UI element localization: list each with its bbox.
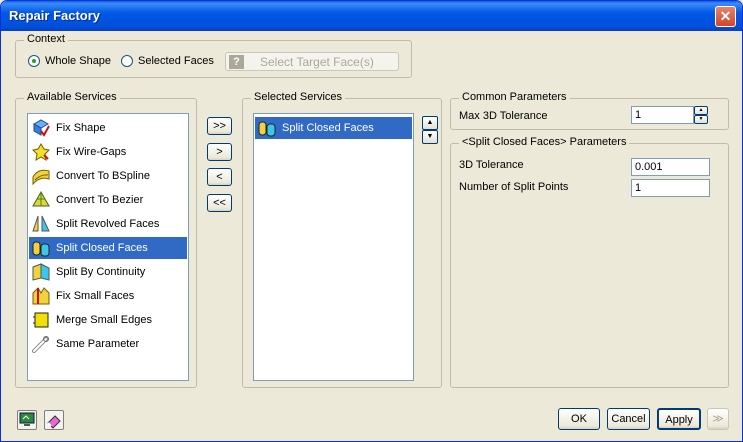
title-bar[interactable]: Repair Factory ✕ (1, 1, 742, 31)
split-closed-icon (32, 241, 50, 257)
add-all-button[interactable]: >> (207, 117, 232, 135)
list-item-label: Fix Wire-Gaps (56, 146, 127, 158)
list-item-convert-bezier[interactable]: Convert To Bezier (29, 189, 187, 211)
whole-shape-radio[interactable]: Whole Shape (28, 55, 111, 67)
same-parameter-icon (32, 336, 49, 353)
3d-tolerance-label: 3D Tolerance (459, 159, 524, 171)
split-closed-parameters-legend: <Split Closed Faces> Parameters (459, 136, 630, 148)
list-item-label: Split Closed Faces (282, 122, 374, 134)
fix-small-faces-icon (32, 287, 50, 305)
eraser-glyph (47, 415, 61, 429)
move-down-button[interactable]: ▼ (422, 130, 438, 144)
list-item-label: Fix Shape (56, 122, 106, 134)
list-item-fix-wire-gaps[interactable]: Fix Wire-Gaps (29, 141, 187, 163)
selected-faces-label: Selected Faces (138, 55, 214, 67)
fix-wire-gaps-icon (32, 143, 50, 161)
merge-edges-icon (33, 312, 49, 328)
max-3d-tolerance-input[interactable]: 1 (631, 106, 694, 124)
max-tol-up-button[interactable]: ▲ (694, 106, 708, 115)
move-up-button[interactable]: ▲ (422, 116, 438, 130)
close-button[interactable]: ✕ (715, 6, 736, 27)
split-revolved-icon (32, 215, 50, 232)
convert-bezier-icon (32, 191, 50, 207)
monitor-glyph (19, 412, 35, 426)
apply-button[interactable]: Apply (657, 408, 701, 430)
max-3d-tolerance-label: Max 3D Tolerance (459, 110, 548, 122)
repair-factory-dialog: Repair Factory ✕ Context Whole Shape Sel… (0, 0, 743, 442)
available-services-list[interactable]: Fix Shape Fix Wire-Gaps Convert To BSpli… (27, 113, 189, 381)
add-button[interactable]: > (207, 143, 232, 161)
list-item-split-closed[interactable]: Split Closed Faces (29, 237, 187, 259)
list-item-fix-shape[interactable]: Fix Shape (29, 117, 187, 139)
list-item-fix-small-faces[interactable]: Fix Small Faces (29, 285, 187, 307)
list-item-split-closed[interactable]: Split Closed Faces (255, 117, 412, 139)
fix-shape-icon (32, 119, 50, 137)
selected-faces-radio-dot[interactable] (121, 55, 133, 67)
ok-button[interactable]: OK (558, 408, 600, 430)
selected-faces-radio[interactable]: Selected Faces (121, 55, 214, 67)
whole-shape-radio-dot[interactable] (28, 55, 40, 67)
3d-tolerance-input[interactable]: 0.001 (631, 158, 710, 176)
list-item-label: Split Closed Faces (56, 242, 148, 254)
selected-services-list[interactable]: Split Closed Faces (253, 113, 414, 381)
max-tol-down-button[interactable]: ▼ (694, 115, 708, 124)
common-parameters-legend: Common Parameters (459, 91, 570, 103)
next-button[interactable]: ≫ (707, 408, 729, 430)
monitor-icon[interactable] (17, 410, 37, 430)
available-services-legend: Available Services (24, 91, 120, 103)
window-title: Repair Factory (9, 8, 101, 23)
list-item-merge-small-edges[interactable]: Merge Small Edges (29, 309, 187, 331)
context-legend: Context (24, 33, 68, 45)
list-item-label: Split Revolved Faces (56, 218, 160, 230)
question-icon: ? (229, 55, 244, 69)
list-item-convert-bspline[interactable]: Convert To BSpline (29, 165, 187, 187)
select-target-faces-label: Select Target Face(s) (260, 55, 374, 69)
selected-services-legend: Selected Services (251, 91, 346, 103)
list-item-split-revolved[interactable]: Split Revolved Faces (29, 213, 187, 235)
split-closed-icon (258, 121, 276, 137)
list-item-same-parameter[interactable]: Same Parameter (29, 333, 187, 355)
list-item-label: Split By Continuity (56, 266, 146, 278)
remove-button[interactable]: < (207, 168, 232, 186)
list-item-label: Fix Small Faces (56, 290, 135, 302)
split-continuity-icon (32, 263, 50, 281)
list-item-label: Same Parameter (56, 338, 140, 350)
list-item-split-continuity[interactable]: Split By Continuity (29, 261, 187, 283)
list-item-label: Convert To BSpline (56, 170, 150, 182)
remove-all-button[interactable]: << (207, 194, 232, 212)
select-target-faces-button[interactable]: ? Select Target Face(s) (225, 52, 399, 71)
split-points-label: Number of Split Points (459, 181, 569, 193)
cancel-button[interactable]: Cancel (607, 408, 650, 430)
list-item-label: Merge Small Edges (56, 314, 152, 326)
convert-bspline-icon (32, 169, 50, 185)
split-points-input[interactable]: 1 (631, 179, 710, 197)
eraser-icon[interactable] (44, 410, 64, 430)
list-item-label: Convert To Bezier (56, 194, 144, 206)
whole-shape-label: Whole Shape (45, 55, 112, 67)
